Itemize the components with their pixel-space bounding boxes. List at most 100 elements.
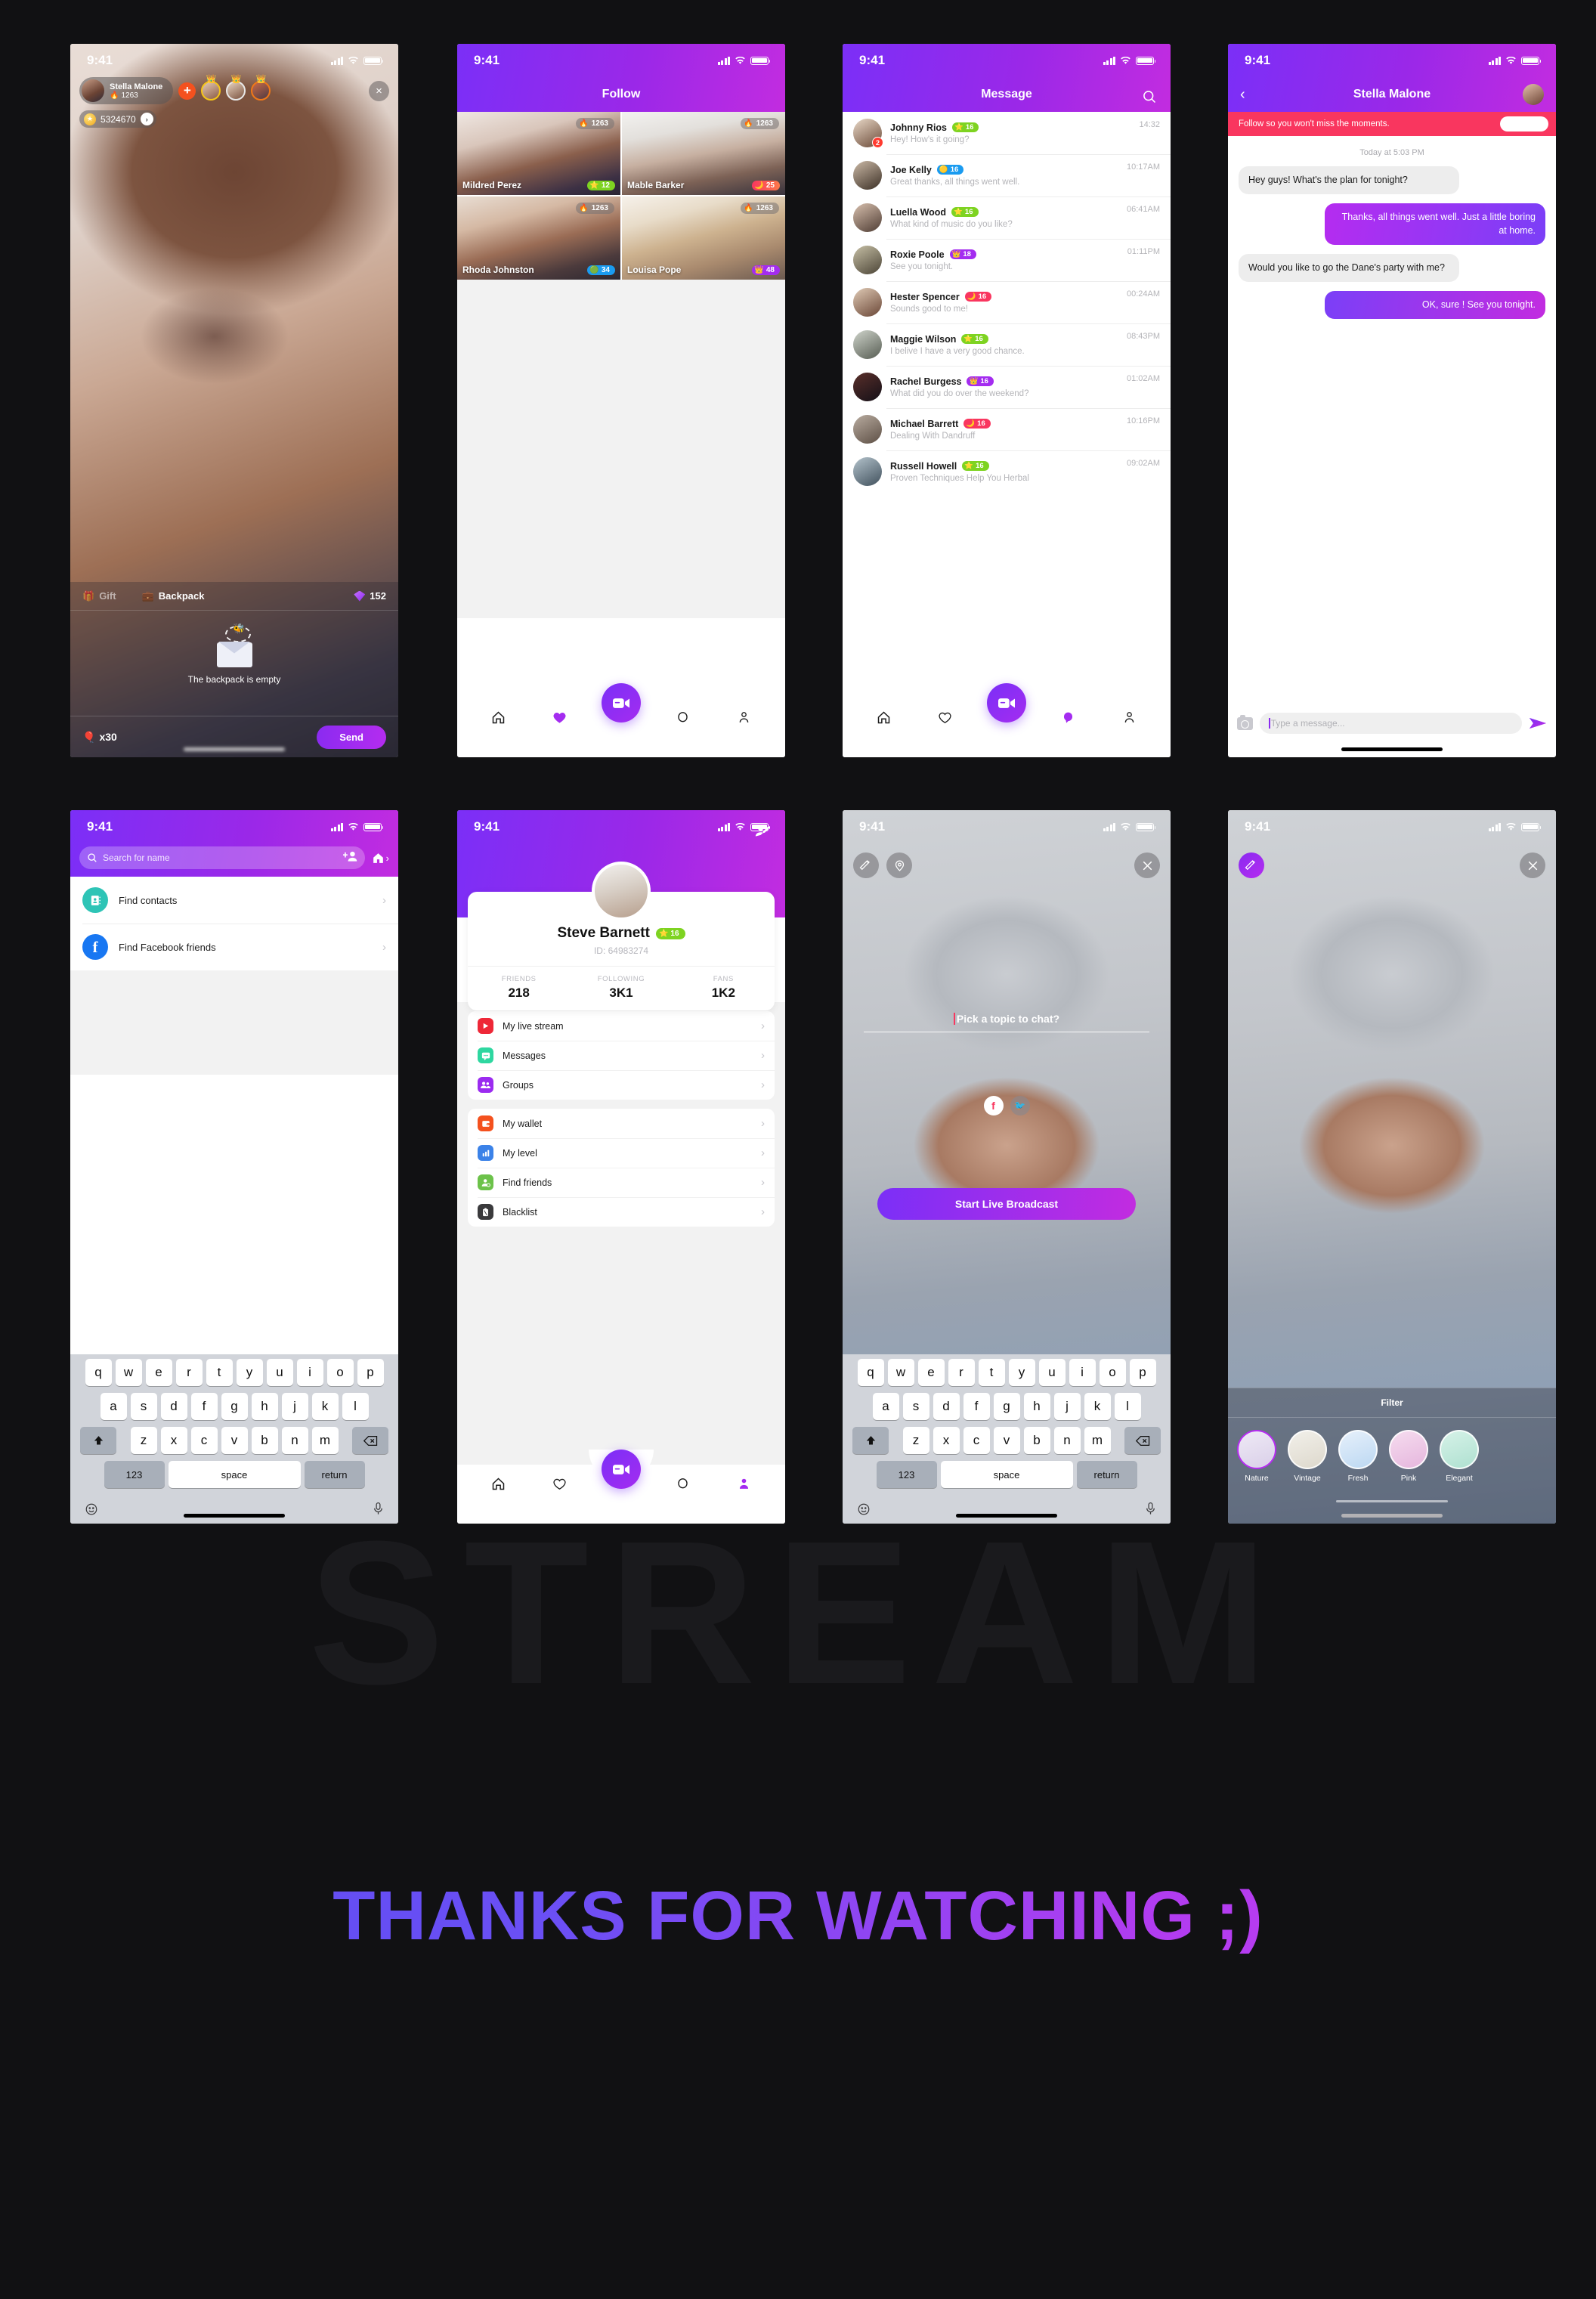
key-h[interactable]: h <box>251 1393 278 1420</box>
close-icon[interactable] <box>1520 852 1545 878</box>
chevron-right-icon[interactable]: › <box>140 113 153 125</box>
tab-messages[interactable] <box>1057 707 1078 728</box>
key-e[interactable]: e <box>145 1359 172 1386</box>
key-c[interactable]: c <box>190 1427 218 1454</box>
key-j[interactable]: j <box>281 1393 308 1420</box>
chevron-left-icon[interactable]: ‹ <box>1240 86 1245 104</box>
filter-item-vintage[interactable]: Vintage <box>1288 1430 1327 1483</box>
viewer-avatar-2[interactable]: 👑 <box>226 76 246 101</box>
key-n[interactable]: n <box>1053 1427 1081 1454</box>
key-p[interactable]: p <box>1129 1359 1156 1386</box>
key-y[interactable]: y <box>236 1359 263 1386</box>
key-b[interactable]: b <box>1023 1427 1050 1454</box>
key-x[interactable]: x <box>160 1427 187 1454</box>
tab-home[interactable] <box>488 1473 509 1494</box>
key-v[interactable]: v <box>993 1427 1020 1454</box>
filter-list[interactable]: Nature Vintage Fresh Pink Elegant <box>1228 1418 1556 1483</box>
menu-item-find-friends[interactable]: Find friends › <box>468 1168 775 1197</box>
camera-icon[interactable] <box>1237 714 1253 730</box>
key-m[interactable]: m <box>1084 1427 1111 1454</box>
tab-favorites[interactable] <box>549 1473 571 1494</box>
live-card[interactable]: 🔥 1263 Mildred Perez ⭐ 12 <box>457 112 620 195</box>
topic-field[interactable]: Pick a topic to chat? <box>864 1013 1149 1032</box>
microphone-icon[interactable] <box>373 1502 384 1520</box>
stat-fans[interactable]: FANS 1K2 <box>673 975 775 1001</box>
key-l[interactable]: l <box>1114 1393 1141 1420</box>
key-q[interactable]: q <box>857 1359 884 1386</box>
menu-item-blacklist[interactable]: Blacklist › <box>468 1197 775 1227</box>
key-d[interactable]: d <box>933 1393 960 1420</box>
message-row[interactable]: Luella Wood ⭐ 16 What kind of music do you … <box>843 196 1171 239</box>
stat-following[interactable]: FOLLOWING 3K1 <box>570 975 672 1001</box>
row-find-facebook-friends[interactable]: f Find Facebook friends › <box>70 924 398 970</box>
message-row[interactable]: Russell Howell ⭐ 16 Proven Techniques Help … <box>843 450 1171 493</box>
key-f[interactable]: f <box>963 1393 990 1420</box>
message-row[interactable]: Michael Barrett 🌙 16 Dealing With Dandruff 1… <box>843 408 1171 450</box>
return-key[interactable]: return <box>304 1461 365 1488</box>
add-follow-button[interactable]: + <box>178 82 196 100</box>
location-pin-icon[interactable] <box>886 852 912 878</box>
microphone-icon[interactable] <box>1145 1502 1156 1520</box>
key-x[interactable]: x <box>933 1427 960 1454</box>
key-b[interactable]: b <box>251 1427 278 1454</box>
key-y[interactable]: y <box>1008 1359 1035 1386</box>
key-d[interactable]: d <box>160 1393 187 1420</box>
backspace-key[interactable] <box>1124 1427 1161 1454</box>
filter-scrollbar[interactable] <box>1336 1500 1448 1502</box>
message-row[interactable]: Hester Spencer 🌙 16 Sounds good to me! 00:24… <box>843 281 1171 323</box>
message-input[interactable]: Type a message... <box>1260 713 1522 734</box>
viewer-avatar-3[interactable]: 👑 <box>251 76 271 101</box>
tab-messages[interactable] <box>672 1473 693 1494</box>
twitter-icon[interactable]: 🐦 <box>1010 1096 1030 1115</box>
key-w[interactable]: w <box>115 1359 142 1386</box>
key-u[interactable]: u <box>1038 1359 1066 1386</box>
key-i[interactable]: i <box>296 1359 323 1386</box>
avatar[interactable]: 2 <box>853 119 883 148</box>
menu-item-my-wallet[interactable]: My wallet › <box>468 1109 775 1138</box>
start-broadcast-fab[interactable] <box>602 1450 641 1489</box>
menu-item-groups[interactable]: Groups › <box>468 1070 775 1100</box>
search-icon[interactable] <box>1142 89 1157 108</box>
key-h[interactable]: h <box>1023 1393 1050 1420</box>
row-find-contacts[interactable]: Find contacts › <box>70 877 398 924</box>
key-a[interactable]: a <box>100 1393 127 1420</box>
emoji-icon[interactable] <box>85 1502 98 1520</box>
message-row[interactable]: Roxie Poole 👑 18 See you tonight. 01:11PM <box>843 239 1171 281</box>
key-s[interactable]: s <box>130 1393 157 1420</box>
key-v[interactable]: v <box>221 1427 248 1454</box>
tab-gift[interactable]: 🎁 Gift <box>82 590 116 602</box>
start-broadcast-fab[interactable] <box>602 683 641 722</box>
shift-key[interactable] <box>80 1427 116 1454</box>
space-key[interactable]: space <box>168 1461 301 1488</box>
numbers-key[interactable]: 123 <box>876 1461 937 1488</box>
tab-favorites[interactable] <box>549 707 571 728</box>
key-r[interactable]: r <box>948 1359 975 1386</box>
message-row[interactable]: Joe Kelly 🟡 16 Great thanks, all things wen… <box>843 154 1171 196</box>
backspace-key[interactable] <box>352 1427 388 1454</box>
magic-wand-icon[interactable] <box>1239 852 1264 878</box>
return-key[interactable]: return <box>1076 1461 1137 1488</box>
tab-profile[interactable] <box>1118 707 1140 728</box>
avatar[interactable] <box>592 862 651 921</box>
filter-item-nature[interactable]: Nature <box>1237 1430 1276 1483</box>
menu-item-my-live-stream[interactable]: My live stream › <box>468 1011 775 1041</box>
message-row[interactable]: Maggie Wilson ⭐ 16 I belive I have a very g… <box>843 323 1171 366</box>
key-l[interactable]: l <box>342 1393 369 1420</box>
send-gift-button[interactable]: Send <box>317 725 386 749</box>
key-c[interactable]: c <box>963 1427 990 1454</box>
start-broadcast-fab[interactable] <box>987 683 1026 722</box>
key-o[interactable]: o <box>1099 1359 1126 1386</box>
key-o[interactable]: o <box>326 1359 354 1386</box>
key-i[interactable]: i <box>1069 1359 1096 1386</box>
avatar[interactable] <box>853 288 882 317</box>
avatar[interactable] <box>853 161 882 190</box>
message-row[interactable]: 2 Johnny Rios ⭐ 16 Hey! How's it going? 14:32 <box>843 112 1171 154</box>
avatar[interactable] <box>853 203 882 232</box>
key-p[interactable]: p <box>357 1359 384 1386</box>
key-s[interactable]: s <box>902 1393 929 1420</box>
avatar[interactable] <box>853 373 882 401</box>
space-key[interactable]: space <box>940 1461 1073 1488</box>
viewer-avatar-1[interactable]: 👑 <box>201 76 221 101</box>
avatar[interactable] <box>853 246 882 274</box>
gem-balance[interactable]: 152 <box>354 590 386 602</box>
